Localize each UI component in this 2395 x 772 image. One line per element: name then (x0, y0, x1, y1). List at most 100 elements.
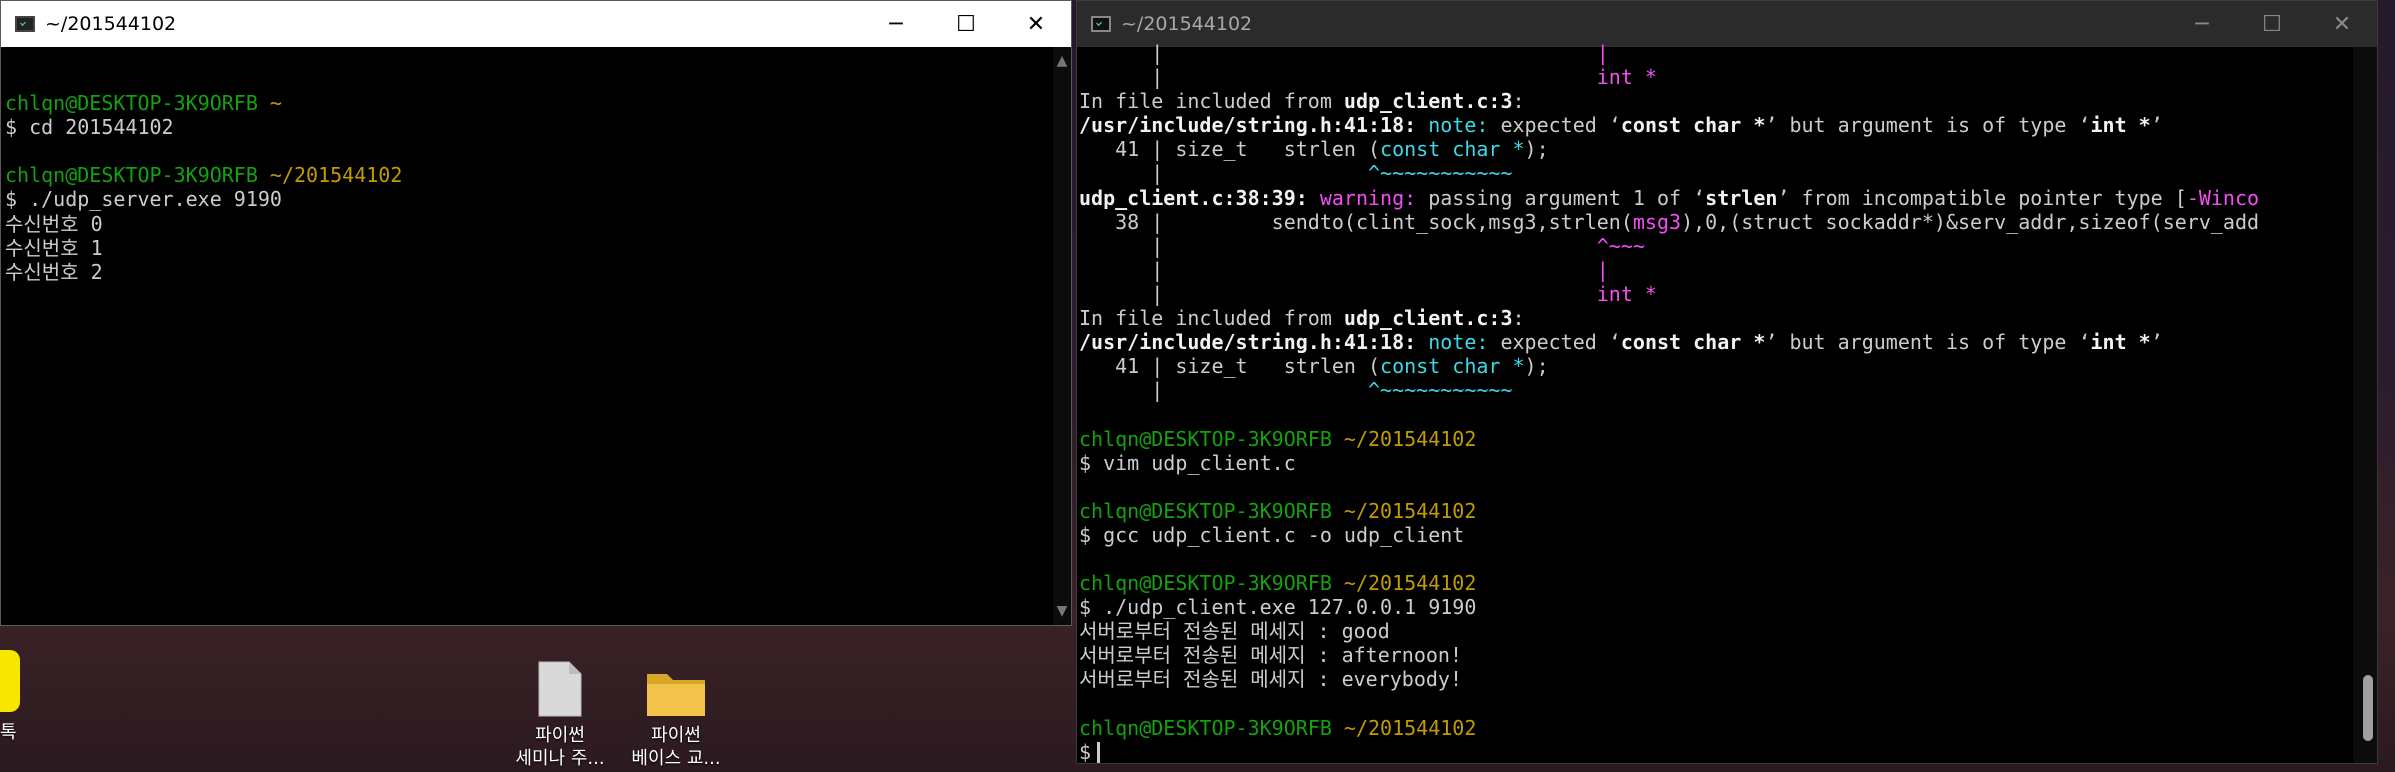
desktop-file-label-1: 파이썬 (535, 725, 585, 746)
kakaotalk-app-icon[interactable] (0, 650, 20, 712)
server-output-text-segment: $ cd 201544102 (5, 115, 174, 140)
client-output-line: | | (1079, 41, 2351, 65)
client-output-text-segment: ~/201544102 (1331, 571, 1477, 596)
client-output-text-segment: ’ (2150, 330, 2163, 355)
client-terminal-output[interactable]: | | | int * In file included from udp_cli… (1079, 41, 2351, 764)
client-output-text-segment: int * (2090, 113, 2151, 138)
desktop-folder-python-base[interactable]: 파이썬 베이스 교... (616, 652, 736, 770)
server-terminal-window[interactable]: ~/201544102 ─ ☐ ✕ chlqn@DESKTOP-3K9ORFB … (0, 0, 1072, 626)
client-output-text-segment: passing argument 1 of ‘ (1428, 185, 1706, 210)
client-output-text-segment: const char * (1620, 113, 1766, 138)
client-output-text-segment: udp_client.c:38:39: (1079, 185, 1320, 210)
server-output-text-segment: 수신번호 0 (5, 211, 103, 236)
kakaotalk-label: 톡 (0, 722, 17, 743)
client-output-text-segment: In file included from (1079, 306, 1344, 331)
file-icon (500, 652, 620, 718)
scroll-down-icon[interactable]: ▼ (1053, 603, 1071, 619)
client-output-line: 서버로부터 전송된 메세지 : good (1079, 619, 2351, 643)
client-output-line: 서버로부터 전송된 메세지 : everybody! (1079, 667, 2351, 691)
client-output-text-segment: | (1079, 378, 1368, 403)
client-output-text-segment: | (1596, 257, 1609, 282)
client-output-text-segment: | (1079, 233, 1597, 258)
client-output-text-segment: $ (1079, 739, 1092, 764)
client-output-text-segment: $ ./udp_client.exe 127.0.0.1 9190 (1079, 595, 1477, 620)
client-output-text-segment: ’ but argument is of type ‘ (1765, 113, 2091, 138)
client-output-text-segment: : (1512, 89, 1525, 114)
client-output-text-segment: /usr/include/string.h:41:18: (1079, 113, 1429, 138)
client-output-text-segment: ~/201544102 (1331, 426, 1477, 451)
server-window-titlebar[interactable]: ~/201544102 ─ ☐ ✕ (1, 1, 1071, 47)
client-output-line: 서버로부터 전송된 메세지 : afternoon! (1079, 643, 2351, 667)
client-output-text-segment: const char * (1620, 330, 1766, 355)
minimize-button[interactable]: ─ (861, 1, 931, 47)
client-output-text-segment: expected ‘ (1500, 330, 1621, 355)
server-output-text-segment: ~ (257, 91, 282, 116)
client-output-text-segment: warning: (1319, 185, 1429, 210)
client-output-text-segment: ^~~~ (1596, 233, 1645, 258)
terminal-icon (1091, 16, 1111, 32)
terminal-icon (15, 16, 35, 32)
client-output-text-segment: chlqn@DESKTOP-3K9ORFB (1079, 715, 1332, 740)
server-terminal-output[interactable]: chlqn@DESKTOP-3K9ORFB ~ $ cd 201544102 chl… (5, 67, 1051, 284)
client-terminal-window[interactable]: ~/201544102 ─ ☐ ✕ | | | int * In file inc… (1076, 0, 2378, 764)
server-output-line: 수신번호 2 (5, 260, 1051, 284)
server-output-text-segment: 수신번호 1 (5, 235, 103, 260)
client-output-text-segment: chlqn@DESKTOP-3K9ORFB (1079, 426, 1332, 451)
client-output-line: | int * (1079, 282, 2351, 306)
client-output-text-segment: 41 | size_t strlen ( (1079, 137, 1381, 162)
client-output-text-segment: const char * (1380, 354, 1525, 379)
client-output-text-segment: | (1079, 257, 1597, 282)
scrollbar-thumb[interactable] (2363, 675, 2373, 741)
server-scrollbar[interactable]: ▲ ▼ (1053, 47, 1071, 625)
close-button[interactable]: ✕ (1001, 1, 1071, 47)
client-output-text-segment: In file included from (1079, 89, 1344, 114)
client-output-text-segment: 서버로부터 전송된 메세지 : good (1079, 619, 1390, 644)
client-output-line: | ^~~~~~~~~~~~ (1079, 378, 2351, 402)
client-output-text-segment: strlen (1705, 185, 1778, 210)
client-output-text-segment: ’ from incompatible pointer type [ (1777, 185, 2187, 210)
client-output-text-segment: /usr/include/string.h:41:18: (1079, 330, 1429, 355)
server-output-line (5, 139, 1051, 163)
client-output-text-segment: : (1512, 306, 1525, 331)
client-output-text-segment: ),0,(struct sockaddr*)&serv_addr,sizeof(… (1681, 209, 2260, 234)
server-output-line: $ ./udp_server.exe 9190 (5, 187, 1051, 211)
client-output-text-segment: int * (1596, 65, 1657, 90)
client-output-line (1079, 547, 2351, 571)
client-scrollbar[interactable] (2353, 47, 2377, 763)
client-output-text-segment: chlqn@DESKTOP-3K9ORFB (1079, 498, 1332, 523)
desktop-file-python-seminar[interactable]: 파이썬 세미나 주... (500, 652, 620, 770)
client-output-text-segment: $ vim udp_client.c (1079, 450, 1296, 475)
client-output-line: chlqn@DESKTOP-3K9ORFB ~/201544102 (1079, 571, 2351, 595)
client-output-text-segment: ); (1524, 137, 1549, 162)
client-output-line: $ gcc udp_client.c -o udp_client (1079, 523, 2351, 547)
client-output-text-segment: note: (1428, 330, 1501, 355)
maximize-button[interactable]: ☐ (931, 1, 1001, 47)
client-output-line: /usr/include/string.h:41:18: note: expec… (1079, 113, 2351, 137)
client-output-line (1079, 475, 2351, 499)
desktop-folder-label-2: 베이스 교... (631, 748, 721, 769)
client-output-text-segment: udp_client.c:3 (1343, 89, 1513, 114)
client-output-text-segment: int * (1596, 281, 1657, 306)
scroll-up-icon[interactable]: ▲ (1053, 53, 1071, 69)
client-output-text-segment: note: (1428, 113, 1501, 138)
client-output-text-segment: 41 | size_t strlen ( (1079, 354, 1381, 379)
client-output-text-segment: | (1079, 281, 1597, 306)
client-output-text-segment: ’ but argument is of type ‘ (1765, 330, 2091, 355)
server-output-line: chlqn@DESKTOP-3K9ORFB ~ (5, 91, 1051, 115)
client-output-line: | ^~~~ (1079, 234, 2351, 258)
text-cursor (1097, 742, 1101, 763)
client-output-text-segment: ~/201544102 (1331, 715, 1477, 740)
server-output-line: 수신번호 0 (5, 212, 1051, 236)
server-output-line: 수신번호 1 (5, 236, 1051, 260)
client-output-line: In file included from udp_client.c:3: (1079, 306, 2351, 330)
client-output-text-segment: int * (2090, 330, 2151, 355)
server-output-text-segment: ~/201544102 (257, 163, 403, 188)
server-output-line: chlqn@DESKTOP-3K9ORFB ~/201544102 (5, 163, 1051, 187)
server-output-text-segment: $ ./udp_server.exe 9190 (5, 187, 282, 212)
client-output-line: 41 | size_t strlen (const char *); (1079, 137, 2351, 161)
client-output-line: udp_client.c:38:39: warning: passing arg… (1079, 186, 2351, 210)
client-output-text-segment: 서버로부터 전송된 메세지 : afternoon! (1079, 643, 1463, 668)
client-output-line: 38 | sendto(clint_sock,msg3,strlen(msg3)… (1079, 210, 2351, 234)
server-window-title: ~/201544102 (45, 13, 177, 35)
client-output-line (1079, 402, 2351, 426)
